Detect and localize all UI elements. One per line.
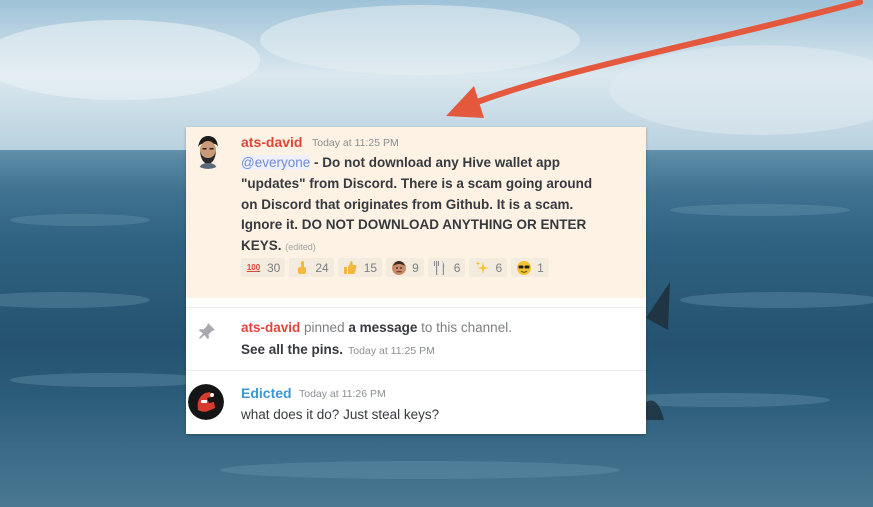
reaction-sparkles[interactable]: 6 [469, 258, 508, 277]
author-name[interactable]: Edicted [241, 385, 292, 401]
raised-finger-icon [294, 260, 309, 275]
reaction-raised-finger[interactable]: 24 [289, 258, 334, 277]
hundred-points-icon: 100 [246, 262, 261, 272]
discord-chat-panel: ats-david Today at 11:25 PM @everyone - … [186, 127, 646, 434]
message-divider [186, 370, 646, 371]
reaction-count: 15 [363, 260, 378, 275]
reaction-hundred-points[interactable]: 100 30 [241, 258, 286, 277]
avatar-edicted[interactable] [188, 384, 224, 420]
message-body: @everyone - Do not download any Hive wal… [241, 153, 601, 258]
see-pins-row: See all the pins. Today at 11:25 PM [241, 342, 435, 357]
pinned-message-link[interactable]: a message [348, 320, 417, 335]
avatar-ats-david[interactable] [190, 133, 226, 169]
see-all-pins-link[interactable]: See all the pins. [241, 342, 343, 357]
everyone-mention[interactable]: @everyone [241, 155, 311, 170]
pin-timestamp: Today at 11:25 PM [348, 345, 435, 357]
pinned-word: pinned [300, 320, 349, 335]
author-name[interactable]: ats-david [241, 134, 302, 150]
reaction-count: 6 [495, 260, 503, 275]
reaction-count: 24 [315, 260, 329, 275]
message-text: what does it do? Just steal keys? [241, 407, 440, 422]
message-timestamp: Today at 11:26 PM [299, 388, 386, 400]
reaction-custom-face[interactable]: 9 [386, 258, 424, 277]
pin-rest: to this channel. [417, 320, 512, 335]
reaction-count: 1 [537, 260, 544, 275]
bearded-man-avatar-icon [190, 133, 226, 169]
reaction-bar: 100 30 24 15 9 6 6 1 [241, 258, 549, 277]
edicted-avatar-icon [188, 384, 224, 420]
fork-knife-icon [433, 260, 448, 275]
reaction-count: 6 [453, 260, 461, 275]
edited-label: (edited) [285, 242, 316, 253]
pin-notice: ats-david pinned a message to this chann… [241, 320, 512, 335]
sunglasses-face-icon [516, 260, 531, 275]
reaction-thumbs-up[interactable]: 15 [337, 258, 383, 277]
thumbs-up-icon [343, 260, 358, 275]
pin-icon [199, 323, 215, 339]
reaction-sunglasses[interactable]: 1 [511, 258, 549, 277]
custom-face-icon [391, 260, 406, 275]
message-timestamp: Today at 11:25 PM [312, 137, 399, 149]
sparkles-icon [474, 260, 489, 275]
reaction-count: 9 [412, 260, 419, 275]
reaction-count: 30 [267, 260, 281, 275]
pin-author[interactable]: ats-david [241, 320, 300, 335]
reaction-fork-knife[interactable]: 6 [427, 258, 466, 277]
message-divider [186, 307, 646, 308]
